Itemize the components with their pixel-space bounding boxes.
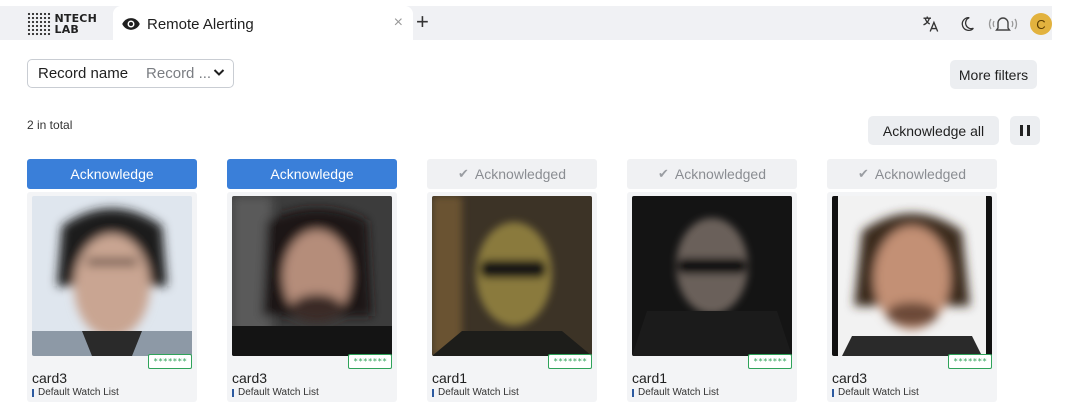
watch-list-label: Default Watch List xyxy=(32,387,119,398)
card-body[interactable]: ******* card3 Default Watch List xyxy=(227,192,397,402)
add-tab-button[interactable]: + xyxy=(416,10,429,34)
tab-remote-alerting[interactable]: Remote Alerting × xyxy=(113,6,413,42)
watch-list-name: Default Watch List xyxy=(838,387,919,398)
card-name[interactable]: card1 xyxy=(432,370,467,386)
record-name-value: Record ... xyxy=(146,65,212,82)
avatar-letter: C xyxy=(1030,13,1052,35)
card-body[interactable]: ******* card1 Default Watch List xyxy=(427,192,597,402)
audio-alert-icon[interactable] xyxy=(988,12,1018,36)
card-name[interactable]: card3 xyxy=(832,370,867,386)
top-bar: NTECH LAB Remote Alerting × + C xyxy=(0,0,1065,46)
double-check-icon: ✔ xyxy=(458,166,469,181)
event-cards: Acknowledge ******* card3 Default Watch … xyxy=(27,159,1057,402)
card-name[interactable]: card1 xyxy=(632,370,667,386)
match-badge: ******* xyxy=(948,354,992,369)
double-check-icon: ✔ xyxy=(658,166,669,181)
translate-glyph xyxy=(923,16,939,32)
watch-list-name: Default Watch List xyxy=(638,387,719,398)
pause-icon xyxy=(1020,125,1023,136)
record-name-label: Record name xyxy=(38,65,129,82)
card-body[interactable]: ******* card1 Default Watch List xyxy=(627,192,797,402)
event-card: ✔ Acknowledged ******* card3 Default Wat… xyxy=(827,159,997,402)
acknowledged-button-label: Acknowledged xyxy=(474,166,566,182)
close-icon[interactable]: × xyxy=(394,14,403,32)
face-image xyxy=(432,196,592,356)
chevron-down-icon xyxy=(213,69,225,76)
match-badge: ******* xyxy=(148,354,192,369)
logo-text: NTECH LAB xyxy=(54,13,97,35)
acknowledged-button-label: Acknowledged xyxy=(874,166,966,182)
match-badge: ******* xyxy=(348,354,392,369)
acknowledged-button[interactable]: ✔ Acknowledged xyxy=(827,159,997,189)
watch-list-label: Default Watch List xyxy=(632,387,719,398)
face-thumbnail[interactable] xyxy=(232,196,392,356)
logo-text-bottom: LAB xyxy=(54,23,79,36)
event-card: Acknowledge ******* card3 Default Watch … xyxy=(227,159,397,402)
card-name[interactable]: card3 xyxy=(232,370,267,386)
watch-list-name: Default Watch List xyxy=(38,387,119,398)
watch-list-label: Default Watch List xyxy=(832,387,919,398)
acknowledged-button[interactable]: ✔ Acknowledged xyxy=(627,159,797,189)
face-thumbnail[interactable] xyxy=(32,196,192,356)
pause-button[interactable] xyxy=(1010,116,1040,145)
card-name[interactable]: card3 xyxy=(32,370,67,386)
face-thumbnail[interactable] xyxy=(832,196,992,356)
face-image xyxy=(632,196,792,356)
translate-icon[interactable] xyxy=(921,12,941,36)
acknowledge-button[interactable]: Acknowledge xyxy=(27,159,197,189)
more-filters-button[interactable]: More filters xyxy=(950,60,1037,89)
face-image xyxy=(32,196,192,356)
moon-icon[interactable] xyxy=(958,12,976,36)
watch-list-marker xyxy=(832,388,834,397)
acknowledged-button[interactable]: ✔ Acknowledged xyxy=(427,159,597,189)
watch-list-label: Default Watch List xyxy=(432,387,519,398)
match-badge: ******* xyxy=(548,354,592,369)
watch-list-name: Default Watch List xyxy=(438,387,519,398)
acknowledge-all-button[interactable]: Acknowledge all xyxy=(868,116,999,145)
audio-alert-glyph xyxy=(988,17,1018,31)
total-count: 2 in total xyxy=(27,118,73,132)
card-body[interactable]: ******* card3 Default Watch List xyxy=(27,192,197,402)
acknowledge-button-label: Acknowledge xyxy=(70,166,154,182)
visibility-icon xyxy=(122,18,140,30)
watch-list-label: Default Watch List xyxy=(232,387,319,398)
watch-list-marker xyxy=(632,388,634,397)
pause-icon-bar xyxy=(1027,125,1030,136)
acknowledged-button-label: Acknowledged xyxy=(674,166,766,182)
avatar[interactable]: C xyxy=(1030,12,1052,36)
acknowledge-button[interactable]: Acknowledge xyxy=(227,159,397,189)
tab-title: Remote Alerting xyxy=(147,15,254,33)
card-body[interactable]: ******* card3 Default Watch List xyxy=(827,192,997,402)
logo: NTECH LAB xyxy=(27,10,97,38)
event-card: Acknowledge ******* card3 Default Watch … xyxy=(27,159,197,402)
face-thumbnail[interactable] xyxy=(632,196,792,356)
match-badge: ******* xyxy=(748,354,792,369)
logo-dots-icon xyxy=(27,12,52,36)
record-name-filter[interactable]: Record name Record ... xyxy=(27,59,234,88)
event-card: ✔ Acknowledged ******* card1 Default Wat… xyxy=(427,159,597,402)
face-thumbnail[interactable] xyxy=(432,196,592,356)
face-image xyxy=(832,196,992,356)
double-check-icon: ✔ xyxy=(858,166,869,181)
event-card: ✔ Acknowledged ******* card1 Default Wat… xyxy=(627,159,797,402)
watch-list-marker xyxy=(432,388,434,397)
watch-list-marker xyxy=(232,388,234,397)
watch-list-name: Default Watch List xyxy=(238,387,319,398)
moon-glyph xyxy=(961,16,974,31)
acknowledge-button-label: Acknowledge xyxy=(270,166,354,182)
face-image xyxy=(232,196,392,356)
watch-list-marker xyxy=(32,388,34,397)
